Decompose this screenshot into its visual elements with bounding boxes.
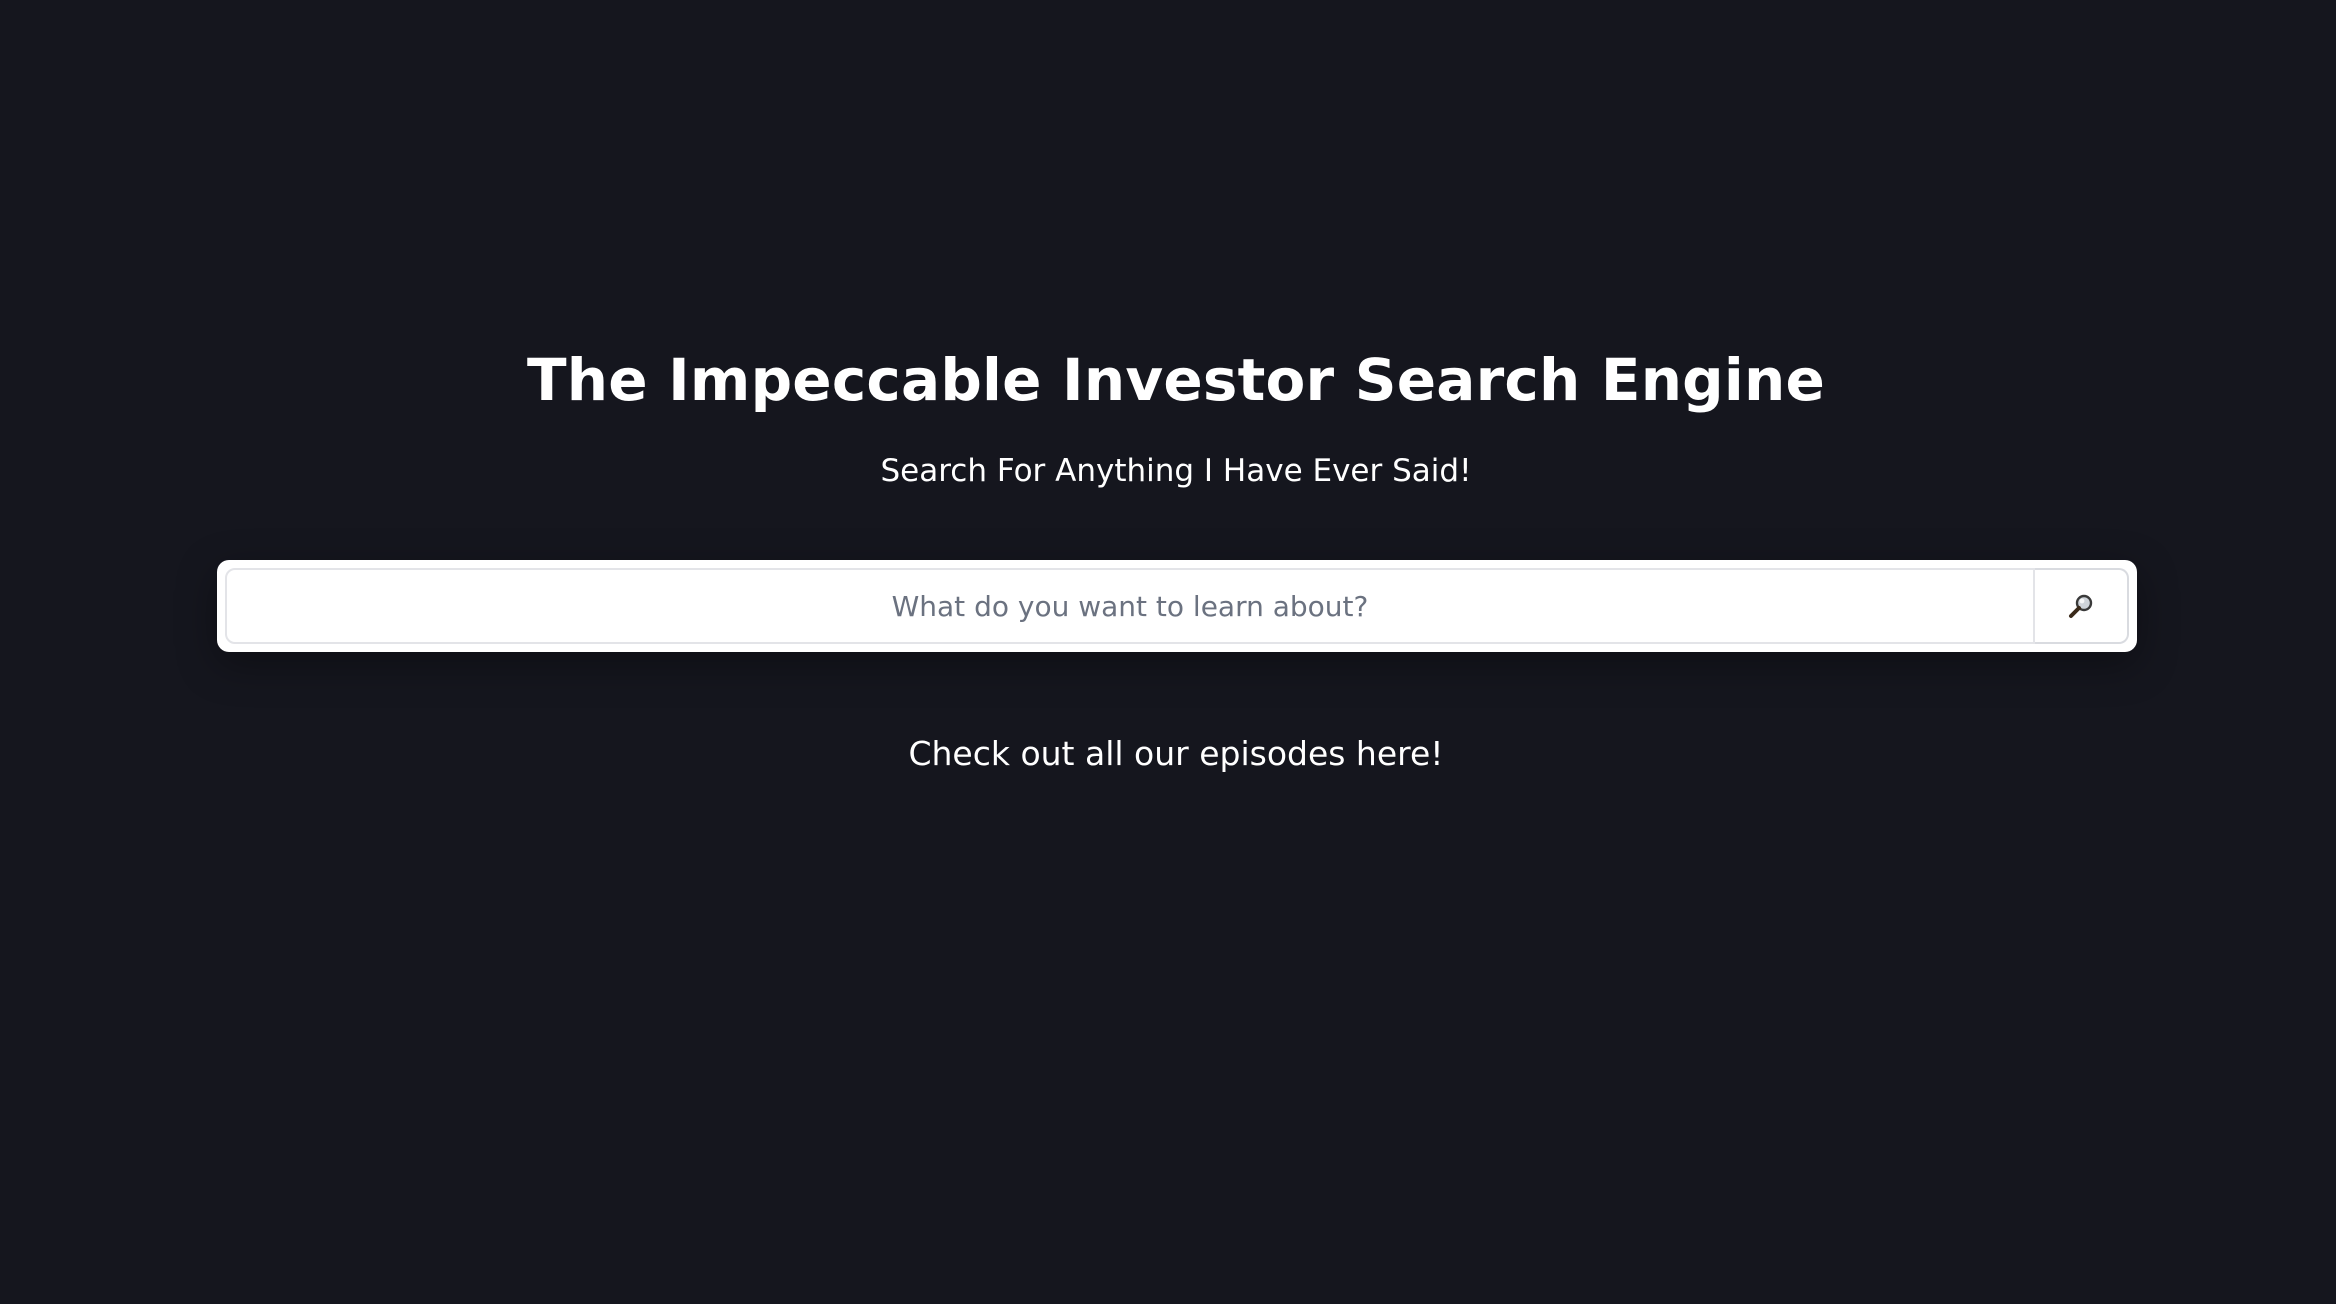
magnifying-glass-icon xyxy=(2067,592,2095,620)
episodes-link[interactable]: Check out all our episodes here! xyxy=(0,732,2336,776)
search-button[interactable] xyxy=(2035,568,2129,644)
page: The Impeccable Investor Search Engine Se… xyxy=(0,0,2336,1304)
page-subtitle: Search For Anything I Have Ever Said! xyxy=(880,453,1472,489)
search-input[interactable] xyxy=(225,568,2035,644)
search-bar xyxy=(217,560,2137,652)
page-title: The Impeccable Investor Search Engine xyxy=(526,346,1826,414)
